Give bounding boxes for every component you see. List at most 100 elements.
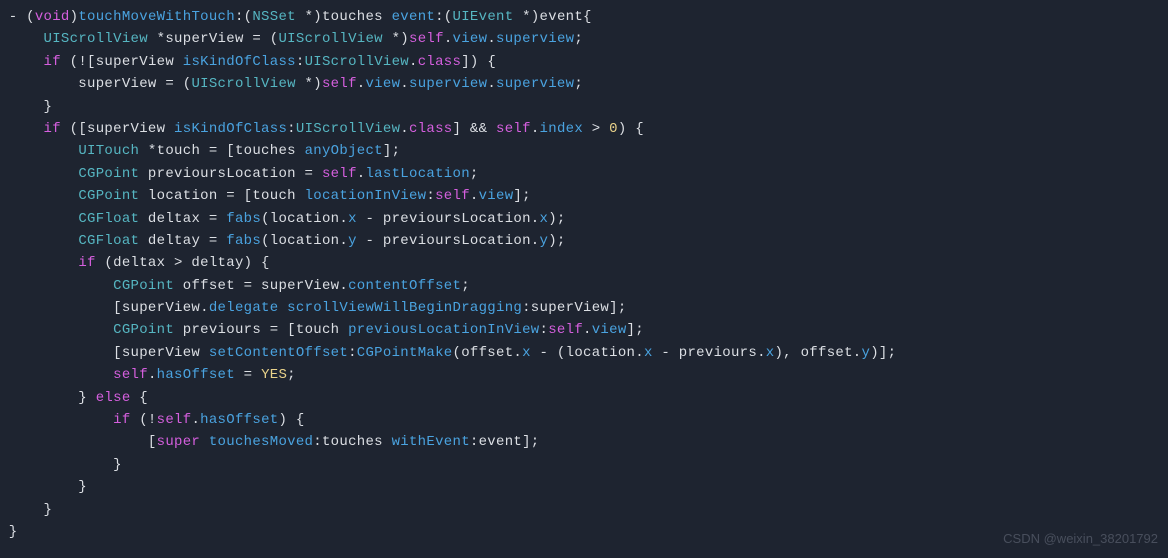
code-token: touchesMoved [209,434,313,450]
code-token: ; [287,367,296,383]
code-token: previousLocationInView [348,322,539,338]
code-token: (offset. [453,345,523,361]
code-token: delegate [209,300,279,316]
code-token: ]; [383,143,400,159]
code-token: (location. [261,233,348,249]
code-token: ) { [278,412,304,428]
code-token: previoursLocation = [139,166,322,182]
code-token: class [409,121,453,137]
code-token: CGFloat [78,233,139,249]
code-token [0,166,78,182]
code-token: superview [409,76,487,92]
code-token: contentOffset [348,278,461,294]
code-token [0,233,78,249]
code-token: . [487,76,496,92]
code-token: : [296,54,305,70]
code-token: x [348,211,357,227]
code-token: UIScrollView [305,54,409,70]
code-token: if [113,412,130,428]
code-token: . [148,367,157,383]
code-token [0,322,113,338]
code-token: x [644,345,653,361]
code-token: *) [383,31,409,47]
code-token: y [540,233,549,249]
code-token: - previoursLocation. [357,233,540,249]
code-token: :superView]; [522,300,626,316]
code-token: :( [235,9,252,25]
code-token: UIScrollView [296,121,400,137]
code-token: [superView [87,54,183,70]
code-token: location = [touch [139,188,304,204]
code-token: view [479,188,514,204]
code-token: view [592,322,627,338]
code-token: UIEvent [453,9,514,25]
code-token: y [862,345,871,361]
code-token: . [409,54,418,70]
code-token: if [44,121,61,137]
code-token: . [487,31,496,47]
code-token [0,278,113,294]
code-token: [ [0,434,157,450]
code-token: self [548,322,583,338]
code-token: - ( [0,9,35,25]
code-token: :touches [313,434,391,450]
code-token: event [392,9,436,25]
code-token: CGFloat [78,211,139,227]
code-token [0,188,78,204]
code-token: UIScrollView [191,76,295,92]
code-token: CGPoint [78,166,139,182]
code-token: . [531,121,540,137]
code-token: self [113,367,148,383]
code-token: : [348,345,357,361]
code-token: } [0,479,87,495]
code-token: isKindOfClass [174,121,287,137]
code-token: deltay = [139,233,226,249]
code-token: - previours. [653,345,766,361]
code-token: - (location. [531,345,644,361]
code-token: self [322,166,357,182]
code-token: UIScrollView [44,31,148,47]
code-token: . [400,121,409,137]
code-token: ([superView [61,121,174,137]
code-token: *) [296,76,322,92]
code-token: CGPointMake [357,345,453,361]
code-token: [superView [0,345,209,361]
code-token: ) { [618,121,644,137]
code-token [278,300,287,316]
code-token: hasOffset [157,367,235,383]
code-token [0,54,44,70]
code-token: touchMoveWithTouch [78,9,235,25]
code-token: ]) { [461,54,496,70]
code-token: view [453,31,488,47]
code-token: [superView. [0,300,209,316]
code-token: { [131,390,148,406]
code-token: previours = [touch [174,322,348,338]
code-token: if [44,54,61,70]
code-token: . [470,188,479,204]
code-token: (location. [261,211,348,227]
code-token: super [157,434,201,450]
code-token: index [540,121,584,137]
code-token: lastLocation [365,166,469,182]
code-token: setContentOffset [209,345,348,361]
code-token: self [409,31,444,47]
code-token [0,31,44,47]
code-token: = [235,367,261,383]
code-token: ; [574,76,583,92]
code-token: ]; [627,322,644,338]
code-token: locationInView [305,188,427,204]
code-token: YES [261,367,287,383]
code-token: (! [61,54,87,70]
code-token: > [583,121,609,137]
code-token: *touch = [touches [139,143,304,159]
code-token: ] && [453,121,497,137]
code-token: : [426,188,435,204]
code-token: . [400,76,409,92]
code-token: scrollViewWillBeginDragging [287,300,522,316]
code-token: CGPoint [78,188,139,204]
code-token: *superView = ( [148,31,279,47]
code-token: x [540,211,549,227]
code-token: class [418,54,462,70]
code-token: y [348,233,357,249]
code-token: self [435,188,470,204]
